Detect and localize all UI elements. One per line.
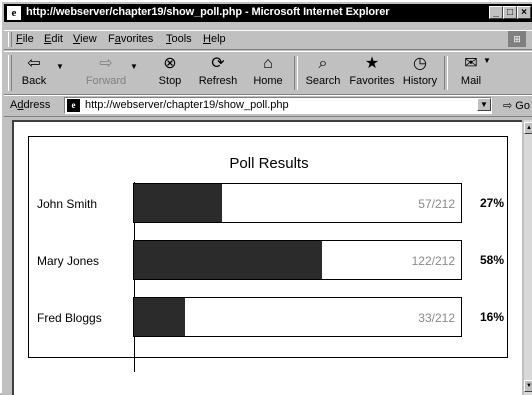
stop-icon: ⊗ [163,55,177,72]
candidate-name: John Smith [37,197,98,211]
windows-logo-icon: ⊞ [508,31,526,47]
window-title: http://webserver/chapter19/show_poll.php… [26,6,390,18]
vote-count: 122/212 [411,254,455,268]
minimize-button[interactable]: _ [489,6,503,19]
mail-icon: ✉ [464,55,478,72]
address-bar: Address e http://webserver/chapter19/sho… [4,95,532,117]
address-input[interactable]: e http://webserver/chapter19/show_poll.p… [64,97,492,114]
maximize-button[interactable]: □ [503,6,517,19]
candidate-name: Mary Jones [37,254,100,268]
vote-percent: 16% [480,310,505,324]
stop-button[interactable]: ⊗ Stop [152,54,188,87]
ie-page-icon: e [67,99,80,112]
back-arrow-icon: ⇦ [27,55,41,72]
poll-row: Mary Jones 122/212 58% [29,240,509,282]
address-dropdown-icon[interactable]: ▼ [477,98,491,111]
vote-count: 33/212 [418,311,455,325]
scroll-up-icon[interactable]: ▲ [524,122,532,134]
poll-title: Poll Results [229,155,309,172]
favorites-button[interactable]: ★ Favorites [347,54,397,87]
toolbar-grip[interactable] [8,55,12,91]
vote-bar-fill [134,241,323,279]
vote-percent: 27% [480,196,505,210]
home-button[interactable]: ⌂ Home [250,54,286,87]
search-button[interactable]: ⌕ Search [303,54,343,87]
refresh-icon: ⟳ [211,55,225,72]
refresh-button[interactable]: ⟳ Refresh [197,54,239,87]
title-bar: e http://webserver/chapter19/show_poll.p… [4,4,532,22]
menu-bar: File Edit View Favorites Tools Help ⊞ [4,30,532,50]
vote-bar-fill [134,298,185,336]
page-content: Poll Results John Smith 57/212 27% Mary … [12,120,522,395]
back-dropdown-icon[interactable]: ▼ [56,62,64,71]
address-label: Address [10,99,51,111]
vote-percent: 58% [480,253,505,267]
standard-toolbar: ⇦ Back ▼ ⇨ Forward ▼ ⊗ Stop ⟳ Refresh ⌂ … [4,51,532,95]
vote-bar: 122/212 [133,240,462,280]
menu-help[interactable]: Help [203,33,226,45]
poll-row: Fred Bloggs 33/212 16% [29,297,509,339]
browser-window: e http://webserver/chapter19/show_poll.p… [0,0,532,395]
ie-page-icon: e [7,6,21,20]
vote-bar: 57/212 [133,183,462,223]
vote-bar-fill [134,184,222,222]
forward-button[interactable]: ⇨ Forward ▼ [84,54,138,87]
menu-favorites[interactable]: Favorites [108,33,153,45]
toolbar-separator [294,56,298,90]
favorites-icon: ★ [364,55,380,72]
menu-view[interactable]: View [73,33,97,45]
forward-dropdown-icon[interactable]: ▼ [130,62,138,71]
history-icon: ◷ [413,55,427,72]
poll-row: John Smith 57/212 27% [29,183,509,225]
menu-file[interactable]: File [16,33,34,45]
history-button[interactable]: ◷ History [400,54,440,87]
home-icon: ⌂ [263,55,273,72]
mail-dropdown-icon[interactable]: ▼ [483,56,491,65]
candidate-name: Fred Bloggs [37,311,102,325]
scroll-down-icon[interactable]: ▼ [524,380,532,392]
close-button[interactable]: × [517,6,531,19]
vote-count: 57/212 [418,197,455,211]
go-button[interactable]: ⇨ Go [503,99,530,112]
forward-arrow-icon: ⇨ [99,55,113,72]
menu-edit[interactable]: Edit [44,33,63,45]
back-button[interactable]: ⇦ Back ▼ [16,54,64,87]
mail-button[interactable]: ✉ Mail ▼ [453,54,491,87]
poll-results-table: Poll Results John Smith 57/212 27% Mary … [28,136,509,372]
vertical-scrollbar[interactable]: ▲ ▼ [524,120,532,395]
vote-bar: 33/212 [133,297,462,337]
menu-tools[interactable]: Tools [166,33,192,45]
search-icon: ⌕ [318,55,328,72]
go-arrow-icon: ⇨ [503,100,513,112]
address-url: http://webserver/chapter19/show_poll.php [85,99,289,111]
menu-grip[interactable] [8,32,12,47]
toolbar-separator [444,56,448,90]
